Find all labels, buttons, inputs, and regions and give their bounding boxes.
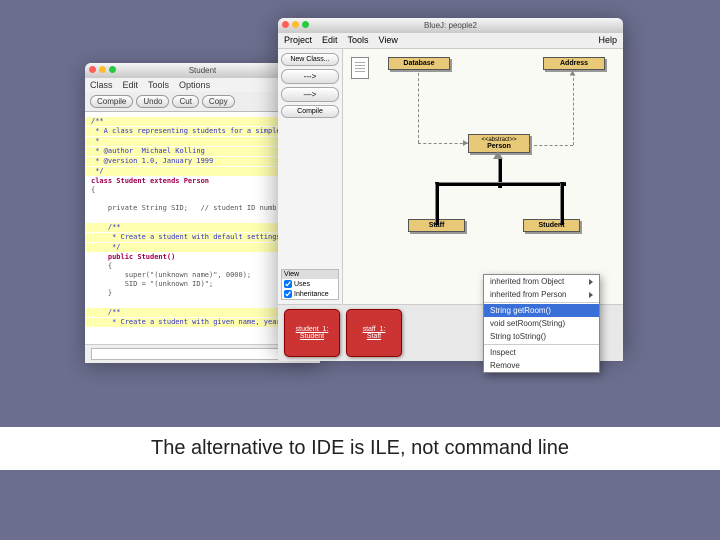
menu-tostring[interactable]: String toString(): [484, 330, 599, 343]
project-titlebar[interactable]: BlueJ: people2: [278, 18, 623, 33]
menu-help[interactable]: Help: [598, 33, 617, 48]
menu-edit[interactable]: Edit: [123, 78, 139, 92]
menu-edit[interactable]: Edit: [322, 33, 338, 48]
menu-options[interactable]: Options: [179, 78, 210, 92]
editor-status-input[interactable]: [91, 348, 287, 360]
inherit-arrow-button[interactable]: —>: [281, 87, 339, 102]
close-icon[interactable]: [282, 21, 289, 28]
menu-tools[interactable]: Tools: [348, 33, 369, 48]
minimize-icon[interactable]: [99, 66, 106, 73]
menu-inspect[interactable]: Inspect: [484, 346, 599, 359]
class-student[interactable]: Student: [523, 219, 580, 232]
menu-getroom[interactable]: String getRoom(): [484, 304, 599, 317]
object-staff1[interactable]: staff_1: Staff: [346, 309, 402, 357]
class-database[interactable]: Database: [388, 57, 450, 70]
chevron-right-icon: [589, 279, 593, 285]
object-student1[interactable]: student_1: Student: [284, 309, 340, 357]
zoom-icon[interactable]: [302, 21, 309, 28]
uses-arrow-button[interactable]: --->: [281, 69, 339, 84]
uses-checkbox-row[interactable]: Uses: [282, 279, 338, 289]
inheritance-checkbox-row[interactable]: Inheritance: [282, 289, 338, 299]
zoom-icon[interactable]: [109, 66, 116, 73]
menu-class[interactable]: Class: [90, 78, 113, 92]
menu-remove[interactable]: Remove: [484, 359, 599, 372]
minimize-icon[interactable]: [292, 21, 299, 28]
class-diagram-canvas[interactable]: Database Address Person Staff Student: [343, 49, 623, 304]
project-title: BlueJ: people2: [424, 21, 477, 30]
project-sidebar: New Class... ---> —> Compile View Uses I…: [278, 49, 343, 304]
menu-inherited-person[interactable]: inherited from Person: [484, 288, 599, 301]
chevron-right-icon: [589, 292, 593, 298]
compile-button[interactable]: Compile: [281, 105, 339, 118]
compile-button[interactable]: Compile: [90, 95, 133, 108]
menu-project[interactable]: Project: [284, 33, 312, 48]
context-menu: inherited from Object inherited from Per…: [483, 274, 600, 373]
menu-tools[interactable]: Tools: [148, 78, 169, 92]
menu-setroom[interactable]: void setRoom(String): [484, 317, 599, 330]
readme-icon[interactable]: [351, 57, 369, 79]
view-panel: View Uses Inheritance: [281, 269, 339, 300]
menu-inherited-object[interactable]: inherited from Object: [484, 275, 599, 288]
view-header: View: [282, 270, 338, 279]
copy-button[interactable]: Copy: [202, 95, 235, 108]
undo-button[interactable]: Undo: [136, 95, 169, 108]
editor-title: Student: [189, 66, 217, 75]
close-icon[interactable]: [89, 66, 96, 73]
inheritance-checkbox[interactable]: [284, 290, 292, 298]
new-class-button[interactable]: New Class...: [281, 53, 339, 66]
slide-caption: The alternative to IDE is ILE, not comma…: [0, 427, 720, 470]
project-menubar: Project Edit Tools View Help: [278, 33, 623, 49]
uses-checkbox[interactable]: [284, 280, 292, 288]
project-window: BlueJ: people2 Project Edit Tools View H…: [278, 18, 623, 353]
cut-button[interactable]: Cut: [172, 95, 198, 108]
menu-view[interactable]: View: [379, 33, 398, 48]
class-address[interactable]: Address: [543, 57, 605, 70]
